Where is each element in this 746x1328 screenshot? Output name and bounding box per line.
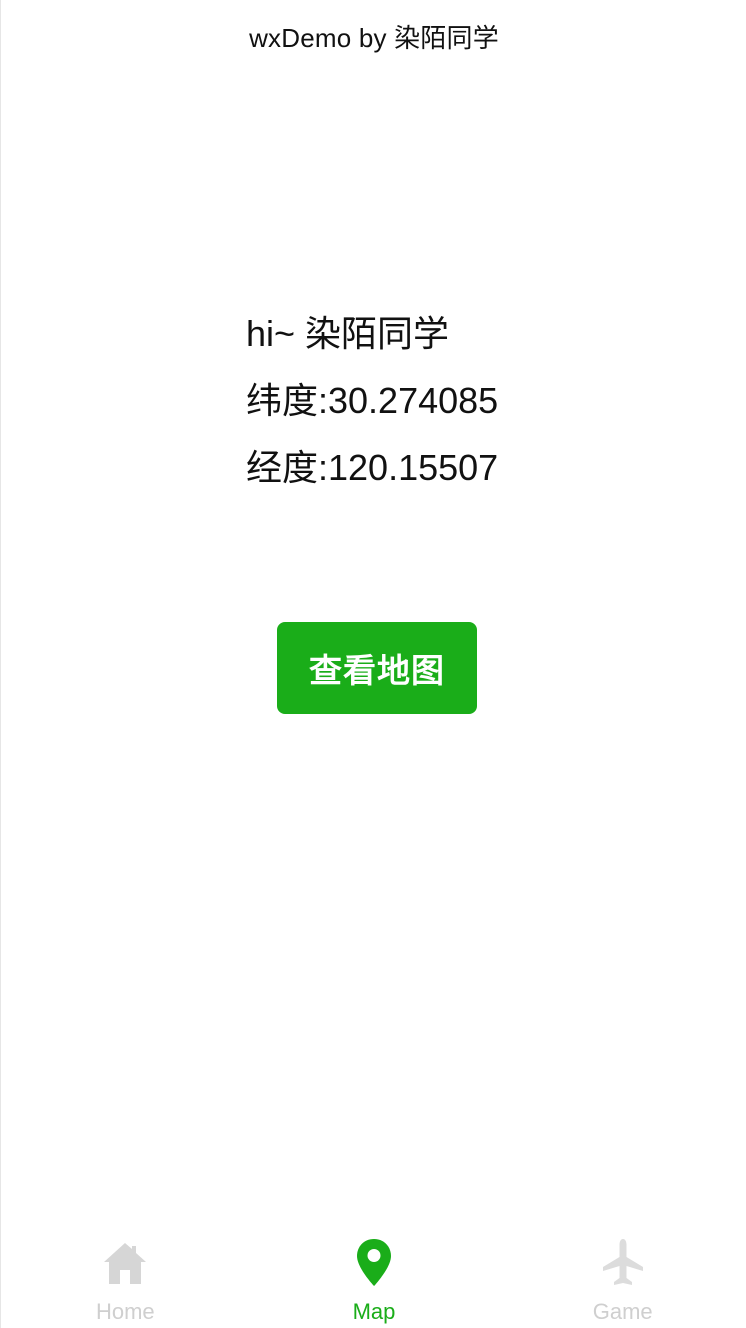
tab-home[interactable]: Home (1, 1225, 250, 1328)
view-map-button[interactable]: 查看地图 (277, 622, 477, 714)
latitude-text: 纬度:30.274085 (246, 380, 499, 421)
tab-game-label: Game (592, 1299, 653, 1324)
home-icon (99, 1237, 151, 1289)
location-info: hi~ 染陌同学 纬度:30.274085 经度:120.15507 (246, 300, 646, 501)
greeting-text: hi~ 染陌同学 (246, 313, 450, 354)
map-pin-icon (348, 1237, 400, 1289)
tab-map[interactable]: Map (250, 1225, 499, 1328)
navigation-bar: wxDemo by 染陌同学 (1, 0, 746, 72)
longitude-text: 经度:120.15507 (246, 447, 499, 488)
page-title: wxDemo by 染陌同学 (249, 22, 499, 53)
airplane-icon (597, 1237, 649, 1289)
tab-home-label: Home (95, 1299, 155, 1324)
tab-bar: Home Map Game (1, 1225, 746, 1328)
tab-map-label: Map (352, 1299, 396, 1324)
tab-game[interactable]: Game (498, 1225, 746, 1328)
